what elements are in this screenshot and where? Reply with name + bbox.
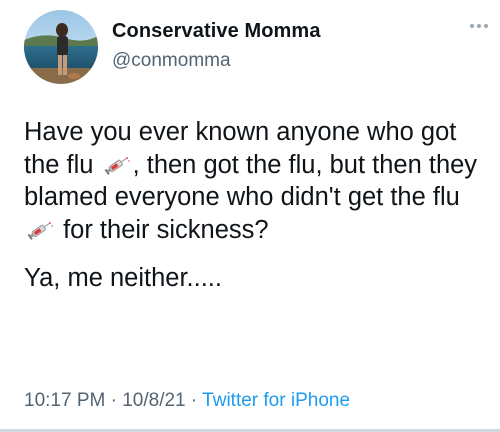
separator: · [110,390,117,411]
dot [477,24,481,28]
separator: · [190,390,198,411]
tweet-card: Conservative Momma @conmomma Have you ev… [0,0,500,432]
tweet-text-segment: Ya, me neither..... [24,264,222,292]
author-handle[interactable]: @conmomma [112,50,231,72]
tweet-source-link[interactable]: Twitter for iPhone [202,390,350,411]
tweet-paragraph: Ya, me neither..... [24,262,494,295]
dot [470,24,474,28]
author-name[interactable]: Conservative Momma [112,20,321,43]
dot [484,24,488,28]
tweet-text-segment: for their sickness? [63,215,269,244]
syringe-icon [26,217,54,240]
avatar[interactable] [24,10,98,84]
tweet-paragraph: Have you ever known anyone who got the f… [24,116,494,246]
more-options-icon[interactable] [470,24,488,28]
syringe-icon [103,152,131,175]
tweet-text: Have you ever known anyone who got the f… [24,116,494,295]
tweet-metadata: 10:17 PM · 10/8/21 · Twitter for iPhone [24,390,350,412]
tweet-time[interactable]: 10:17 PM [24,390,105,411]
tweet-date[interactable]: 10/8/21 [122,390,185,411]
avatar-photo [24,10,98,84]
